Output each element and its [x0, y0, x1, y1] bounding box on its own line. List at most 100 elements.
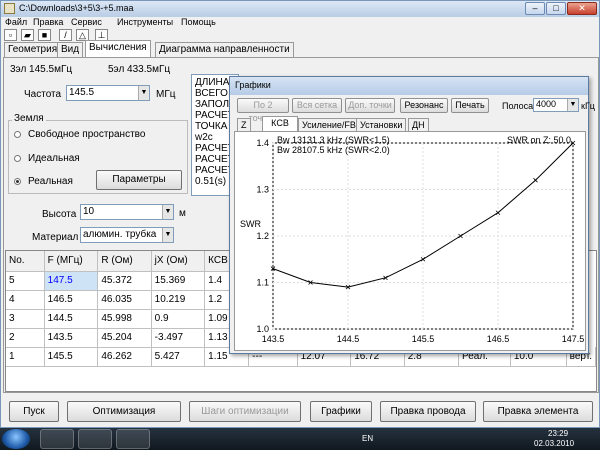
- cell[interactable]: 10.219: [151, 290, 206, 310]
- menu-help[interactable]: Помощь: [181, 17, 216, 27]
- bandwidth-20: Bw 28107.5 kHz (SWR<2.0): [277, 145, 390, 155]
- height-dropdown[interactable]: 10 ▼: [80, 204, 174, 220]
- radio-ideal[interactable]: [14, 155, 21, 162]
- cell[interactable]: 146.5: [44, 290, 99, 310]
- cell[interactable]: 143.5: [44, 328, 99, 348]
- open-folder-icon[interactable]: ▰: [21, 29, 34, 41]
- col-header-no[interactable]: No.: [6, 251, 45, 272]
- close-button[interactable]: ✕: [567, 2, 597, 15]
- graphs-window-title: Графики: [235, 80, 271, 90]
- cell[interactable]: -3.497: [151, 328, 206, 348]
- graphs-button[interactable]: Графики: [310, 401, 372, 422]
- maximize-button[interactable]: □: [546, 2, 566, 15]
- cell[interactable]: 46.262: [97, 347, 152, 367]
- optimization-button[interactable]: Оптимизация: [67, 401, 181, 422]
- cell-selected[interactable]: 147.5: [44, 271, 99, 291]
- cell[interactable]: 1: [6, 347, 45, 367]
- extra-points-button[interactable]: Доп. точки: [345, 98, 395, 113]
- col-header-freq[interactable]: F (МГц): [44, 251, 99, 272]
- cell[interactable]: 145.5: [44, 347, 99, 367]
- radio-free-space[interactable]: [14, 131, 21, 138]
- tab-pattern-graph[interactable]: ДН: [408, 118, 429, 131]
- full-grid-button[interactable]: Вся сетка: [292, 98, 342, 113]
- frequency-dropdown[interactable]: 145.5 ▼: [66, 85, 150, 101]
- col-header-jx[interactable]: jX (Ом): [151, 251, 206, 272]
- graphs-title-bar[interactable]: Графики: [230, 77, 588, 95]
- minimize-button[interactable]: –: [525, 2, 545, 15]
- clock-date[interactable]: 02.03.2010: [534, 439, 574, 448]
- material-dropdown[interactable]: алюмин. трубка ▼: [80, 227, 174, 243]
- tab-view[interactable]: Вид: [57, 42, 84, 57]
- language-indicator[interactable]: EN: [362, 434, 373, 443]
- radio-real-label[interactable]: Реальная: [28, 176, 73, 187]
- cell[interactable]: 0.9: [151, 309, 206, 329]
- info-left: 3эл 145.5мГц: [10, 64, 73, 75]
- x-tick-label: 144.5: [337, 334, 360, 344]
- chevron-down-icon[interactable]: ▼: [162, 205, 173, 219]
- chevron-down-icon[interactable]: ▼: [138, 86, 149, 100]
- band-dropdown[interactable]: 4000 ▼: [533, 98, 579, 112]
- graphs-window: Графики По 2 точкам Вся сетка Доп. точки…: [229, 76, 595, 354]
- cell[interactable]: 4: [6, 290, 45, 310]
- col-header-r[interactable]: R (Ом): [97, 251, 152, 272]
- tab-settings[interactable]: Установки: [356, 118, 407, 131]
- parameters-button[interactable]: Параметры: [96, 170, 182, 190]
- menu-tools[interactable]: Инструменты: [117, 17, 173, 27]
- radio-real[interactable]: [14, 178, 21, 185]
- tab-pattern[interactable]: Диаграмма направленности: [155, 42, 294, 57]
- annotations: Bw 13131.3 kHz (SWR<1.5) Bw 28107.5 kHz …: [277, 135, 390, 155]
- start-button[interactable]: Пуск: [9, 401, 59, 422]
- edit-wire-button[interactable]: Правка провода: [380, 401, 476, 422]
- y-tick-label: 1.0: [256, 324, 269, 334]
- radio-free-space-label[interactable]: Свободное пространство: [28, 129, 145, 140]
- y-tick-label: 1.3: [256, 185, 269, 195]
- bandwidth-15: Bw 13131.3 kHz (SWR<1.5): [277, 135, 390, 145]
- swr-chart[interactable]: 143.5 144.5 145.5 146.5 147.5 1.0 1.1 1.2 1.3 1.4…: [235, 132, 585, 350]
- cell[interactable]: 3: [6, 309, 45, 329]
- tab-gain-fb[interactable]: Усиление/FB: [298, 118, 360, 131]
- menu-file[interactable]: Файл: [5, 17, 27, 27]
- title-bar[interactable]: C:\Downloads\3+5\3-+5.maa – □ ✕: [1, 1, 599, 17]
- radio-ideal-label[interactable]: Идеальная: [28, 153, 80, 164]
- resonance-button[interactable]: Резонанс: [400, 98, 448, 113]
- by-two-points-button[interactable]: По 2 точкам: [237, 98, 289, 123]
- tab-calculations[interactable]: Вычисления: [85, 40, 151, 57]
- tab-swr[interactable]: КСВ: [262, 116, 298, 131]
- height-unit: м: [179, 208, 186, 219]
- ie-icon[interactable]: [40, 429, 74, 449]
- menu-service[interactable]: Сервис: [71, 17, 102, 27]
- y-tick-label: 1.1: [256, 278, 269, 288]
- swr-note: SWR on Z: 50.0: [506, 135, 571, 145]
- x-tick-label: 143.5: [262, 334, 285, 344]
- firefox-icon[interactable]: [78, 429, 112, 449]
- window-title: C:\Downloads\3+5\3-+5.maa: [19, 3, 134, 13]
- print-button[interactable]: Печать: [451, 98, 489, 113]
- chevron-down-icon[interactable]: ▼: [162, 228, 173, 242]
- tray-icons[interactable]: [380, 433, 500, 445]
- cell[interactable]: 144.5: [44, 309, 99, 329]
- chevron-down-icon[interactable]: ▼: [567, 99, 578, 111]
- pencil-icon[interactable]: /: [59, 29, 72, 41]
- frequency-label: Частота: [24, 89, 62, 100]
- clock-time[interactable]: 23:29: [548, 429, 568, 438]
- new-file-icon[interactable]: ▫: [4, 29, 17, 41]
- cell[interactable]: 5.427: [151, 347, 206, 367]
- tab-z[interactable]: Z: [237, 118, 251, 131]
- cell[interactable]: 2: [6, 328, 45, 348]
- cell[interactable]: 45.372: [97, 271, 152, 291]
- cell[interactable]: 5: [6, 271, 45, 291]
- edit-element-button[interactable]: Правка элемента: [483, 401, 593, 422]
- chart-area: 143.5 144.5 145.5 146.5 147.5 1.0 1.1 1.2 1.3 1.4…: [234, 131, 586, 351]
- start-orb-icon[interactable]: [2, 429, 30, 449]
- save-disk-icon[interactable]: ■: [38, 29, 51, 41]
- menu-edit[interactable]: Правка: [33, 17, 63, 27]
- cell[interactable]: 15.369: [151, 271, 206, 291]
- optimization-steps-button[interactable]: Шаги оптимизации: [189, 401, 301, 422]
- x-tick-label: 146.5: [487, 334, 510, 344]
- app-taskbar-icon[interactable]: [116, 429, 150, 449]
- y-tick-label: 1.2: [256, 231, 269, 241]
- cell[interactable]: 46.035: [97, 290, 152, 310]
- cell[interactable]: 45.998: [97, 309, 152, 329]
- cell[interactable]: 45.204: [97, 328, 152, 348]
- tab-geometry[interactable]: Геометрия: [4, 42, 62, 57]
